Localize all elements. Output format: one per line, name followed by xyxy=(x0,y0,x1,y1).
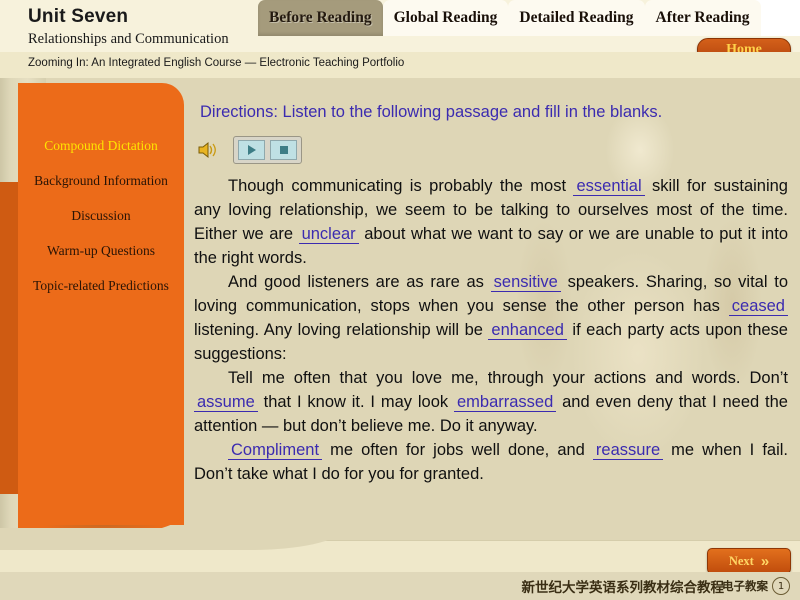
dictation-passage: Though communicating is probably the mos… xyxy=(194,174,788,486)
dictation-blank[interactable]: unclear xyxy=(298,225,359,244)
header: Unit Seven Relationships and Communicati… xyxy=(0,0,800,62)
tab-before-reading[interactable]: Before Reading xyxy=(258,0,383,36)
passage-paragraph: And good listeners are as rare as sensit… xyxy=(194,270,788,366)
passage-paragraph: Compliment me often for jobs well done, … xyxy=(194,438,788,486)
series-subtitle: 电子教案 xyxy=(722,579,768,593)
tab-after-reading[interactable]: After Reading xyxy=(644,0,761,36)
dictation-blank[interactable]: sensitive xyxy=(490,273,561,292)
app-root: Unit Seven Relationships and Communicati… xyxy=(0,0,800,600)
footer-curve-decoration xyxy=(0,528,340,550)
content-stage: Compound Dictation Background Information… xyxy=(0,78,800,540)
main-content: Directions: Listen to the following pass… xyxy=(192,78,792,540)
tab-label: Detailed Reading xyxy=(519,9,634,26)
page-title: Unit Seven xyxy=(28,6,129,27)
sidebar-item-discussion[interactable]: Discussion xyxy=(71,208,130,224)
passage-paragraph: Though communicating is probably the mos… xyxy=(194,174,788,270)
dictation-blank[interactable]: reassure xyxy=(592,441,664,460)
directions-text: Directions: Listen to the following pass… xyxy=(200,103,663,121)
dictation-blank[interactable]: essential xyxy=(573,177,645,196)
page-subtitle: Relationships and Communication xyxy=(28,31,229,47)
next-button-label: Next xyxy=(728,553,754,568)
dictation-blank[interactable]: ceased xyxy=(728,297,788,316)
dictation-blank[interactable]: assume xyxy=(194,393,258,412)
dictation-blank[interactable]: enhanced xyxy=(488,321,567,340)
tab-label: Global Reading xyxy=(393,9,498,26)
passage-paragraph: Tell me often that you love me, through … xyxy=(194,366,788,438)
stop-icon xyxy=(279,146,288,154)
passage-text: that I know it. I may look xyxy=(257,393,454,411)
audio-controls xyxy=(197,136,302,164)
passage-text: me often for jobs well done, and xyxy=(322,441,593,459)
sidebar-nav: Compound Dictation Background Information… xyxy=(18,138,184,294)
sidebar-item-background-information[interactable]: Background Information xyxy=(34,173,168,189)
series-title: 新世纪大学英语系列教材综合教程 xyxy=(521,580,725,596)
media-button-group xyxy=(233,136,302,164)
tab-detailed-reading[interactable]: Detailed Reading xyxy=(508,0,645,36)
stop-button[interactable] xyxy=(270,140,297,160)
play-button[interactable] xyxy=(238,140,265,160)
chevron-right-double-icon: » xyxy=(760,552,770,570)
tab-bar: Before Reading Global Reading Detailed Rea… xyxy=(258,0,761,36)
tab-label: After Reading xyxy=(655,9,750,26)
passage-text: listening. Any loving relationship will … xyxy=(194,321,489,339)
sidebar-item-compound-dictation[interactable]: Compound Dictation xyxy=(44,138,158,154)
sidebar-item-warm-up-questions[interactable]: Warm-up Questions xyxy=(47,243,155,259)
next-button[interactable]: Next » xyxy=(707,548,791,574)
passage-text: And good listeners are as rare as xyxy=(228,273,491,291)
dictation-blank[interactable]: embarrassed xyxy=(453,393,557,412)
speaker-icon xyxy=(197,140,219,160)
tab-label: Before Reading xyxy=(269,9,372,26)
play-icon xyxy=(247,145,256,155)
banner-backing-notch xyxy=(0,182,20,494)
passage-text: Tell me often that you love me, through … xyxy=(228,369,788,387)
course-info-text: Zooming In: An Integrated English Course… xyxy=(28,57,405,69)
sidebar-item-topic-related-predictions[interactable]: Topic-related Predictions xyxy=(33,278,169,294)
tab-global-reading[interactable]: Global Reading xyxy=(382,0,509,36)
dictation-blank[interactable]: Compliment xyxy=(228,441,323,460)
course-info-bar: Zooming In: An Integrated English Course… xyxy=(0,52,800,79)
page-number-badge: 1 xyxy=(772,577,790,595)
passage-text: Though communicating is probably the mos… xyxy=(228,177,574,195)
